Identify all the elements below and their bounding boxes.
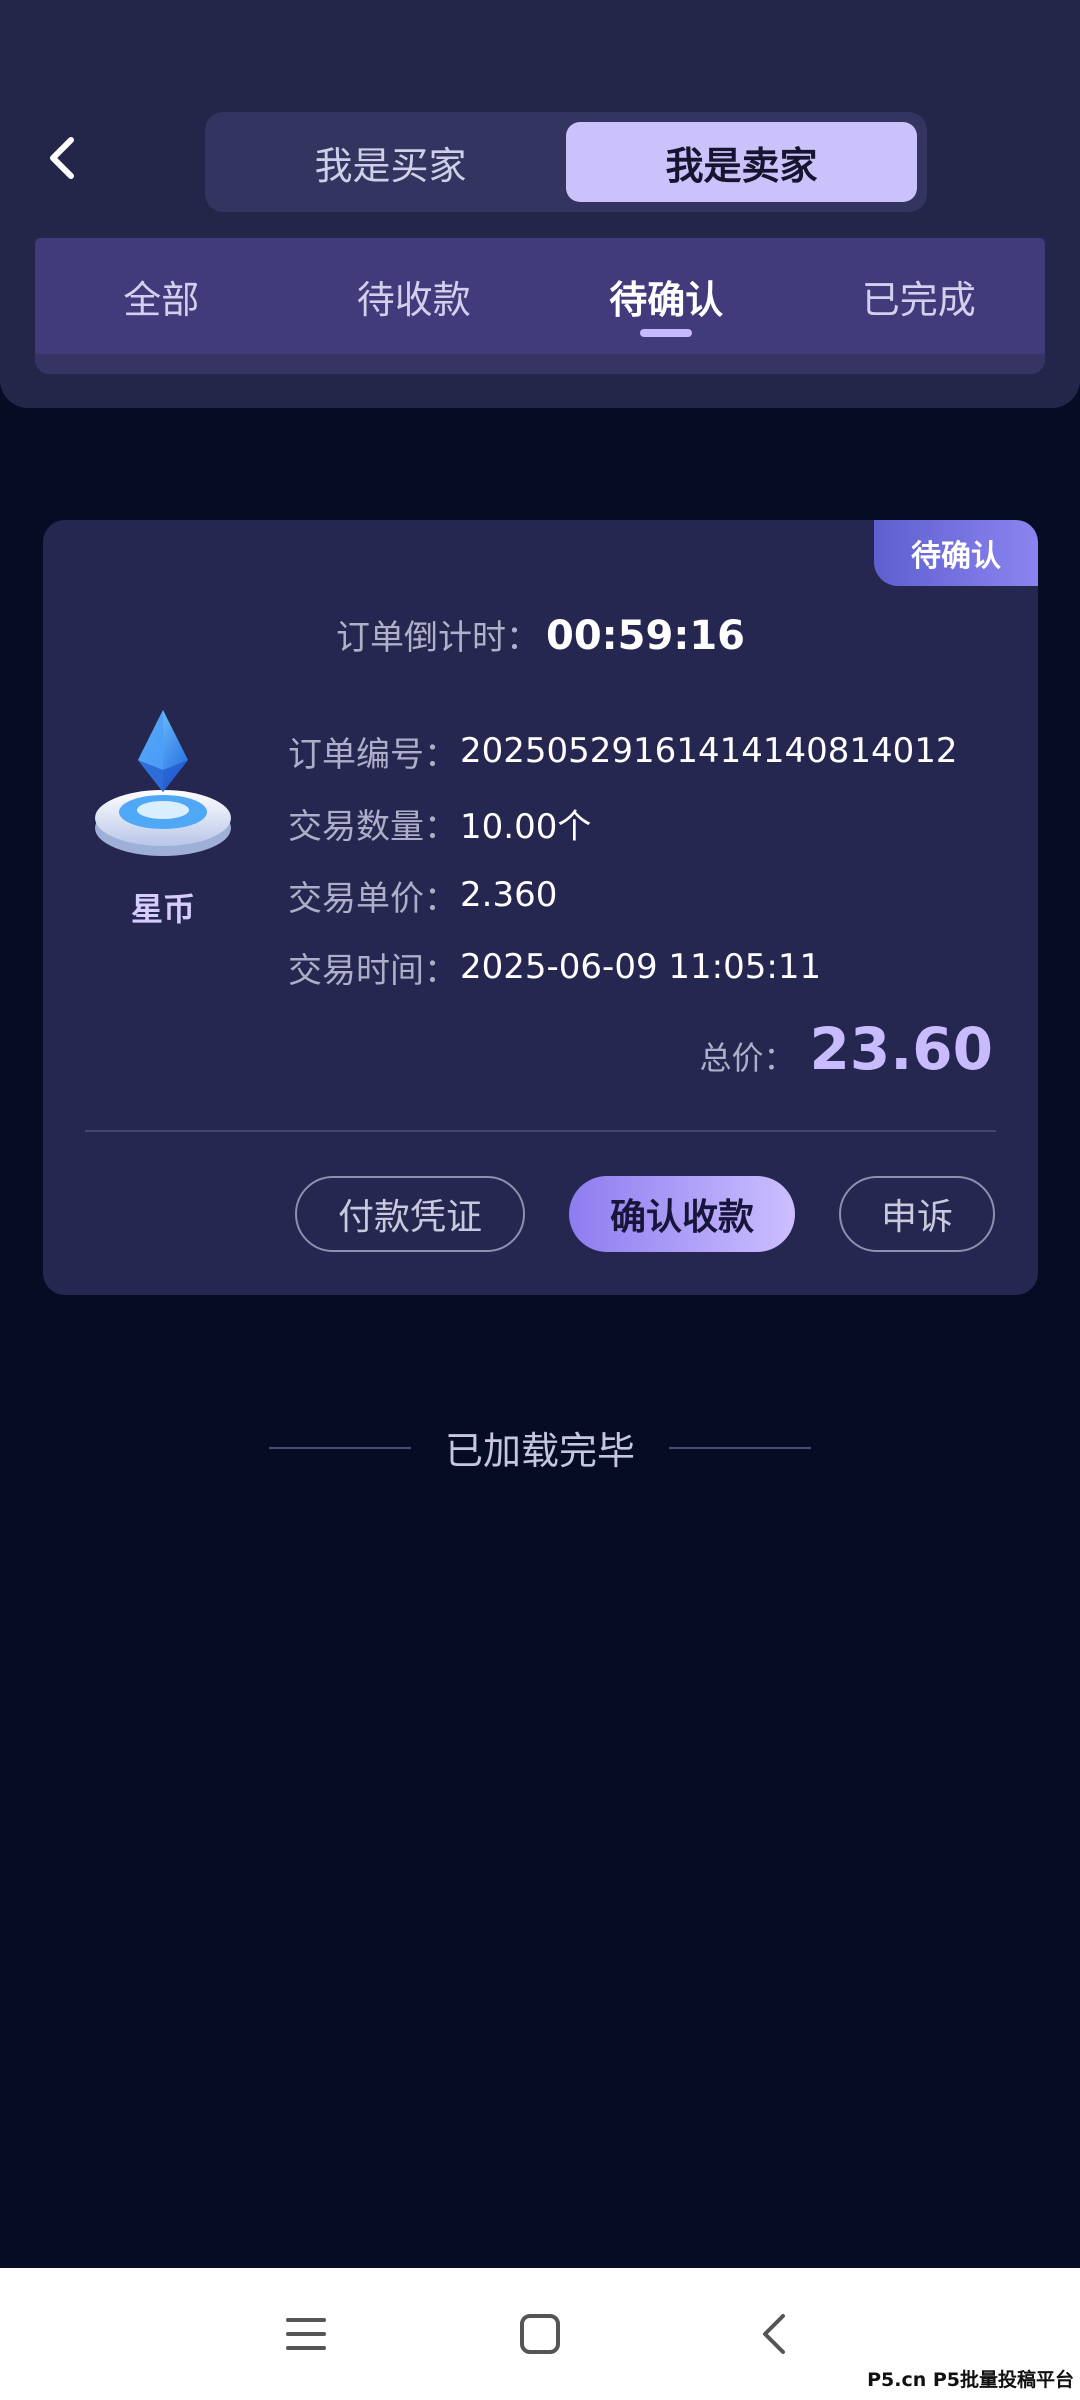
trade-quantity-value: 10.00个 (460, 806, 592, 847)
tabs-bottom-strip (35, 354, 1045, 374)
coin-name: 星币 (130, 890, 195, 928)
order-countdown: 订单倒计时： 00:59:16 (43, 610, 1038, 659)
order-number-value: 20250529161414140814012 (460, 731, 958, 771)
order-number-label: 订单编号： (288, 734, 458, 775)
role-buyer-button[interactable]: 我是买家 (215, 122, 566, 202)
tab-completed[interactable]: 已完成 (799, 269, 1039, 324)
total-price: 总价： 23.60 (700, 1015, 993, 1083)
trade-time-value: 2025-06-09 11:05:11 (460, 947, 822, 987)
recent-apps-button[interactable] (270, 2298, 342, 2370)
countdown-value: 00:59:16 (546, 613, 745, 659)
trade-time-label: 交易时间： (288, 950, 458, 991)
coin-block: 星币 (83, 700, 243, 930)
menu-icon (286, 2318, 326, 2350)
system-back-button[interactable] (738, 2298, 810, 2370)
trade-time-row: 交易时间： 2025-06-09 11:05:11 (288, 931, 1008, 1003)
role-switch: 我是买家 我是卖家 (205, 112, 927, 212)
tab-all[interactable]: 全部 (41, 269, 281, 324)
card-divider (85, 1130, 996, 1132)
payment-voucher-button[interactable]: 付款凭证 (295, 1176, 525, 1252)
role-seller-button[interactable]: 我是卖家 (566, 122, 917, 202)
home-button[interactable] (504, 2298, 576, 2370)
home-icon (520, 2314, 560, 2354)
unit-price-label: 交易单价： (288, 878, 458, 919)
order-card: 待确认 订单倒计时： 00:59:16 星币 订单编号： 20250529161… (43, 520, 1038, 1295)
status-badge: 待确认 (874, 520, 1038, 586)
tab-pending-confirm[interactable]: 待确认 (546, 269, 786, 337)
back-icon (763, 2314, 785, 2354)
confirm-receipt-button[interactable]: 确认收款 (569, 1176, 795, 1252)
list-end-indicator: 已加载完毕 (0, 1420, 1080, 1475)
page-header: 我是买家 我是卖家 全部 待收款 待确认 已完成 (0, 0, 1080, 408)
trade-quantity-label: 交易数量： (288, 806, 458, 847)
trade-quantity-row: 交易数量： 10.00个 (288, 787, 1008, 859)
chevron-left-icon (50, 137, 74, 179)
order-actions: 付款凭证 确认收款 申诉 (295, 1176, 995, 1252)
divider-left (268, 1446, 411, 1449)
back-button[interactable] (30, 126, 94, 190)
unit-price-row: 交易单价： 2.360 (288, 859, 1008, 931)
crystal-coin-icon (95, 710, 231, 856)
total-price-value: 23.60 (809, 1015, 993, 1083)
status-tabs: 全部 待收款 待确认 已完成 (35, 238, 1045, 374)
countdown-label: 订单倒计时： (336, 618, 540, 658)
appeal-button[interactable]: 申诉 (839, 1176, 995, 1252)
order-number-row: 订单编号： 20250529161414140814012 (288, 715, 1008, 787)
watermark-text: P5.cn P5批量投稿平台 (867, 2369, 1074, 2391)
active-tab-indicator (640, 328, 693, 337)
list-end-text: 已加载完毕 (444, 1429, 635, 1473)
order-info: 订单编号： 20250529161414140814012 交易数量： 10.0… (288, 715, 1008, 1003)
divider-right (669, 1446, 811, 1449)
system-navigation-bar: P5.cn P5批量投稿平台 (0, 2268, 1080, 2400)
tab-pending-payment[interactable]: 待收款 (294, 269, 534, 324)
total-price-label: 总价： (699, 1039, 796, 1077)
unit-price-value: 2.360 (460, 875, 558, 915)
